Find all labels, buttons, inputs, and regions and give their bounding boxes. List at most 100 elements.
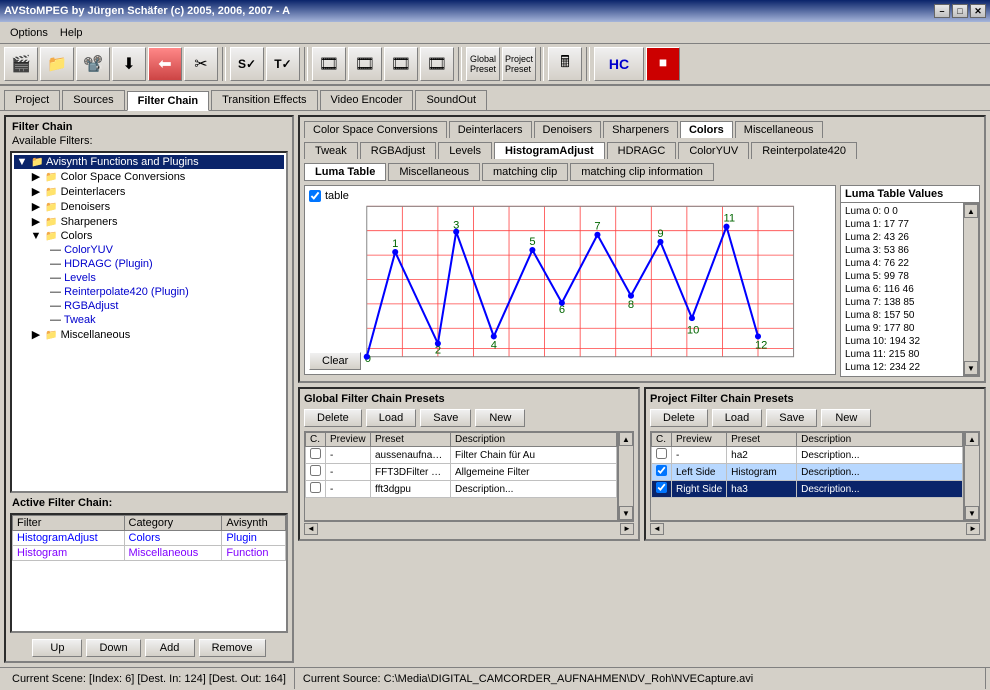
subtab-tweak[interactable]: Tweak <box>304 142 358 159</box>
scroll-up-btn[interactable]: ▲ <box>965 432 979 446</box>
active-chain-table-container[interactable]: Filter Category Avisynth HistogramAdjust… <box>10 513 288 633</box>
table-row[interactable]: Right Side ha3 Description... <box>652 481 963 498</box>
project-presets-scrollbar[interactable]: ▲ ▼ <box>964 431 980 521</box>
tab-color-space-conversions[interactable]: Color Space Conversions <box>304 121 447 138</box>
innertab-matching-info[interactable]: matching clip information <box>570 163 714 181</box>
table-row[interactable]: Histogram Miscellaneous Function <box>13 546 286 561</box>
scroll-right-btn[interactable]: ► <box>966 523 980 535</box>
innertab-luma[interactable]: Luma Table <box>304 163 386 181</box>
toolbar-btn-hc[interactable]: HC <box>594 47 644 81</box>
project-presets-scroll[interactable]: C. Preview Preset Description - <box>650 431 964 521</box>
tab-deinterlacers[interactable]: Deinterlacers <box>449 121 532 138</box>
table-row[interactable]: HistogramAdjust Colors Plugin <box>13 531 286 546</box>
project-load-button[interactable]: Load <box>712 409 762 427</box>
tab-filter-chain[interactable]: Filter Chain <box>127 91 210 111</box>
tab-transition[interactable]: Transition Effects <box>211 90 317 110</box>
toolbar-btn-7[interactable]: S✓ <box>230 47 264 81</box>
up-button[interactable]: Up <box>32 639 82 657</box>
down-button[interactable]: Down <box>86 639 140 657</box>
tree-view[interactable]: ▼ 📁 Avisynth Functions and Plugins ▶ 📁 C… <box>10 151 288 493</box>
row-checkbox[interactable] <box>656 448 667 459</box>
toolbar-btn-calc[interactable]: 🖩 <box>548 47 582 81</box>
tab-project[interactable]: Project <box>4 90 60 110</box>
innertab-misc[interactable]: Miscellaneous <box>388 163 480 181</box>
tab-miscellaneous[interactable]: Miscellaneous <box>735 121 823 138</box>
global-presets-scrollbar[interactable]: ▲ ▼ <box>618 431 634 521</box>
subtab-hdragc[interactable]: HDRAGC <box>607 142 677 159</box>
subtab-rgbadjust[interactable]: RGBAdjust <box>360 142 436 159</box>
global-h-scroll[interactable]: ◄ ► <box>304 521 634 535</box>
table-row[interactable]: - aussenaufnahmen Filter Chain für Au <box>306 447 617 464</box>
table-checkbox[interactable] <box>309 190 321 202</box>
scroll-left-btn[interactable]: ◄ <box>304 523 318 535</box>
innertab-matching-clip[interactable]: matching clip <box>482 163 568 181</box>
table-row[interactable]: - ha2 Description... <box>652 447 963 464</box>
add-button[interactable]: Add <box>145 639 195 657</box>
toolbar-btn-1[interactable]: 🎬 <box>4 47 38 81</box>
row-checkbox[interactable] <box>310 482 321 493</box>
tree-hdragc[interactable]: — HDRAGC (Plugin) <box>14 257 284 271</box>
subtab-reinterpolate420[interactable]: Reinterpolate420 <box>751 142 857 159</box>
global-save-button[interactable]: Save <box>420 409 471 427</box>
table-row[interactable]: - fft3dgpu Description... <box>306 481 617 498</box>
table-row[interactable]: Left Side Histogram Description... <box>652 464 963 481</box>
tree-tweak[interactable]: — Tweak <box>14 313 284 327</box>
luma-list[interactable]: Luma 0: 0 0 Luma 1: 17 77 Luma 2: 43 26 … <box>841 203 963 376</box>
tree-coloryuv[interactable]: — ColorYUV <box>14 243 284 257</box>
tab-video-encoder[interactable]: Video Encoder <box>320 90 414 110</box>
tree-color-space[interactable]: ▶ 📁 Color Space Conversions <box>14 169 284 184</box>
tab-sharpeners[interactable]: Sharpeners <box>603 121 678 138</box>
luma-chart[interactable]: table <box>304 185 836 375</box>
tree-colors[interactable]: ▼ 📁 Colors <box>14 229 284 243</box>
toolbar-btn-4[interactable]: ⬇ <box>112 47 146 81</box>
toolbar-btn-stop[interactable]: ⏹ <box>646 47 680 81</box>
toolbar-btn-5[interactable]: ⬅ <box>148 47 182 81</box>
tree-sharpeners[interactable]: ▶ 📁 Sharpeners <box>14 214 284 229</box>
project-h-scroll[interactable]: ◄ ► <box>650 521 980 535</box>
toolbar-btn-project[interactable]: ProjectPreset <box>502 47 536 81</box>
scroll-right-btn[interactable]: ► <box>620 523 634 535</box>
global-delete-button[interactable]: Delete <box>304 409 362 427</box>
scroll-up-btn[interactable]: ▲ <box>964 204 978 218</box>
project-save-button[interactable]: Save <box>766 409 817 427</box>
row-checkbox[interactable] <box>656 465 667 476</box>
tab-soundout[interactable]: SoundOut <box>415 90 487 110</box>
tree-denoisers[interactable]: ▶ 📁 Denoisers <box>14 199 284 214</box>
toolbar-btn-6[interactable]: ✂ <box>184 47 218 81</box>
row-checkbox[interactable] <box>310 465 321 476</box>
toolbar-btn-2[interactable]: 📁 <box>40 47 74 81</box>
tab-denoisers[interactable]: Denoisers <box>534 121 602 138</box>
toolbar-btn-8[interactable]: T✓ <box>266 47 300 81</box>
tree-deinterlacers[interactable]: ▶ 📁 Deinterlacers <box>14 184 284 199</box>
remove-button[interactable]: Remove <box>199 639 266 657</box>
tab-colors[interactable]: Colors <box>680 121 733 138</box>
toolbar-btn-11[interactable]: 🎞 <box>384 47 418 81</box>
scroll-down-btn[interactable]: ▼ <box>964 361 978 375</box>
tree-avisynth[interactable]: ▼ 📁 Avisynth Functions and Plugins <box>14 155 284 169</box>
project-delete-button[interactable]: Delete <box>650 409 708 427</box>
minimize-button[interactable]: – <box>934 4 950 18</box>
global-new-button[interactable]: New <box>475 409 525 427</box>
subtab-levels[interactable]: Levels <box>438 142 492 159</box>
global-load-button[interactable]: Load <box>366 409 416 427</box>
toolbar-btn-12[interactable]: 🎞 <box>420 47 454 81</box>
tree-levels[interactable]: — Levels <box>14 271 284 285</box>
tab-sources[interactable]: Sources <box>62 90 124 110</box>
subtab-coloryuv[interactable]: ColorYUV <box>678 142 749 159</box>
menu-help[interactable]: Help <box>54 25 89 41</box>
toolbar-btn-global[interactable]: GlobalPreset <box>466 47 500 81</box>
table-row[interactable]: - FFT3DFilter + AVS... Allgemeine Filter <box>306 464 617 481</box>
clear-button[interactable]: Clear <box>309 352 361 370</box>
toolbar-btn-9[interactable]: 🎞 <box>312 47 346 81</box>
scroll-down-btn[interactable]: ▼ <box>619 506 633 520</box>
toolbar-btn-10[interactable]: 🎞 <box>348 47 382 81</box>
toolbar-btn-3[interactable]: 📽️ <box>76 47 110 81</box>
close-button[interactable]: ✕ <box>970 4 986 18</box>
project-new-button[interactable]: New <box>821 409 871 427</box>
row-checkbox[interactable] <box>656 482 667 493</box>
tree-rgbadjust[interactable]: — RGBAdjust <box>14 299 284 313</box>
tree-miscellaneous[interactable]: ▶ 📁 Miscellaneous <box>14 327 284 342</box>
maximize-button[interactable]: □ <box>952 4 968 18</box>
tree-reinterpolate[interactable]: — Reinterpolate420 (Plugin) <box>14 285 284 299</box>
luma-values-scrollbar[interactable]: ▲ ▼ <box>963 203 979 376</box>
